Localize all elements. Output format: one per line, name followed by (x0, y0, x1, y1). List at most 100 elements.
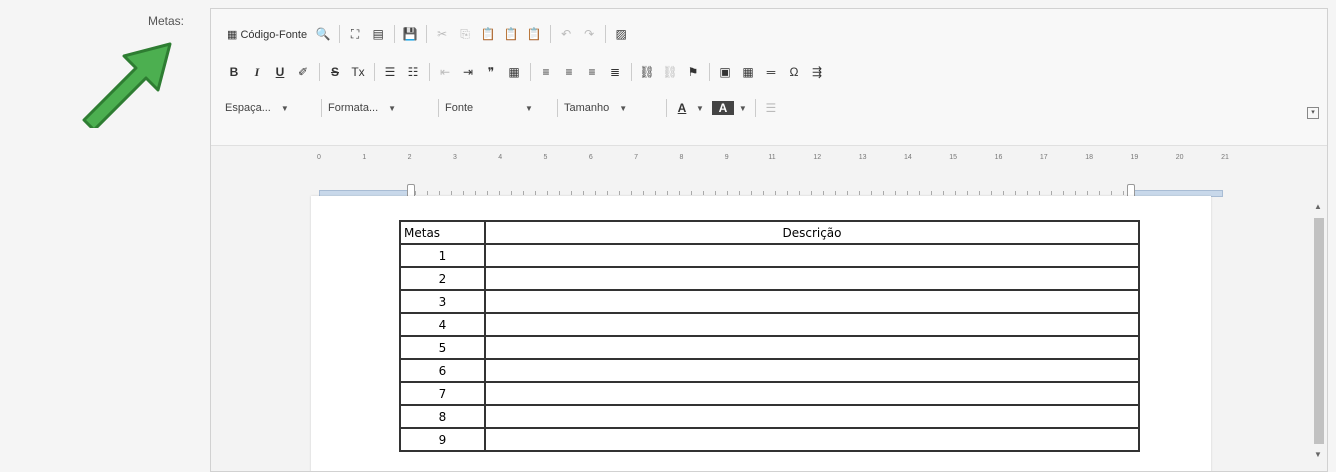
scroll-down-icon[interactable]: ▼ (1314, 450, 1322, 459)
ruler-number: 21 (1221, 154, 1229, 161)
undo-icon[interactable]: ↶ (557, 24, 575, 44)
justify-icon[interactable]: ≣ (606, 62, 624, 82)
image-icon[interactable]: ▣ (716, 62, 734, 82)
save-icon[interactable]: 💾 (401, 24, 419, 44)
goal-number-cell[interactable]: 5 (399, 335, 486, 360)
preview-icon[interactable]: 🔍 (314, 24, 332, 44)
anchor-flag-icon[interactable]: ⚑ (684, 62, 702, 82)
line-height-icon[interactable]: ☰ (762, 98, 780, 118)
table-row: 7 (399, 381, 1140, 406)
goal-description-cell[interactable] (484, 404, 1140, 429)
font-dropdown[interactable]: Fonte ▼ (445, 98, 551, 118)
rich-text-editor[interactable]: ▦ Código-Fonte 🔍 ⛶ ▤ 💾 ✂ ⎘ 📋 📋 📋 ↶ ↷ ▨ B I U ✐ S Tx ☰ ☷ ⇤ ⇥ ❞ ▦… (210, 8, 1328, 472)
special-char-icon[interactable]: Ω (785, 62, 803, 82)
table-row: 3 (399, 289, 1140, 314)
goal-number-cell[interactable]: 9 (399, 427, 486, 452)
bg-color-button[interactable]: A (711, 101, 734, 115)
table-row: 8 (399, 404, 1140, 429)
goal-number-cell[interactable]: 1 (399, 243, 486, 268)
goal-number-cell[interactable]: 7 (399, 381, 486, 406)
goal-description-cell[interactable] (484, 289, 1140, 314)
blockquote-icon[interactable]: ❞ (482, 62, 500, 82)
scroll-up-icon[interactable]: ▲ (1314, 202, 1322, 211)
goal-description-cell[interactable] (484, 358, 1140, 383)
italic-button[interactable]: I (248, 62, 266, 82)
align-left-icon[interactable]: ≡ (537, 62, 555, 82)
goal-description-cell[interactable] (484, 381, 1140, 406)
size-label: Tamanho (564, 102, 610, 114)
ruler-number: 12 (813, 154, 822, 161)
text-color-button[interactable]: A (673, 98, 691, 118)
goal-description-cell[interactable] (484, 266, 1140, 291)
underline-button[interactable]: U (271, 62, 289, 82)
strike-button[interactable]: S (326, 62, 344, 82)
goal-description-cell[interactable] (484, 427, 1140, 452)
align-center-icon[interactable]: ≡ (560, 62, 578, 82)
header-metas[interactable]: Metas (399, 220, 486, 245)
link-icon[interactable]: ⛓ (638, 62, 656, 82)
page-break-icon[interactable]: ⇶ (808, 62, 826, 82)
outdent-icon[interactable]: ⇤ (436, 62, 454, 82)
header-descricao[interactable]: Descrição (484, 220, 1140, 245)
size-dropdown[interactable]: Tamanho ▼ (564, 98, 660, 118)
table-icon[interactable]: ▦ (739, 62, 757, 82)
goals-table[interactable]: Metas Descrição 123456789 (399, 220, 1140, 452)
separator (394, 25, 396, 43)
horizontal-line-icon[interactable]: ═ (762, 62, 780, 82)
ruler-numbers: 0 1 2 3 4 5 6 7 8 9 11 12 13 14 15 16 17 18 19 20 21 (317, 154, 1229, 166)
separator (631, 63, 632, 81)
document-page[interactable]: Metas Descrição 123456789 (311, 196, 1211, 471)
unlink-icon[interactable]: ⛓ (661, 62, 679, 82)
goal-number-cell[interactable]: 6 (399, 358, 486, 383)
collapse-toolbar-button[interactable]: ▾ (1307, 107, 1319, 119)
maximize-icon[interactable]: ⛶ (346, 24, 364, 44)
redo-icon[interactable]: ↷ (580, 24, 598, 44)
indent-icon[interactable]: ⇥ (459, 62, 477, 82)
numbered-list-icon[interactable]: ☰ (381, 62, 399, 82)
source-code-button[interactable]: ▦ Código-Fonte (225, 24, 309, 44)
align-right-icon[interactable]: ≡ (583, 62, 601, 82)
separator (319, 63, 320, 81)
ruler-number: 20 (1175, 154, 1184, 161)
table-row: 9 (399, 427, 1140, 452)
table-header-row: Metas Descrição (399, 220, 1140, 245)
paste-icon[interactable]: 📋 (479, 24, 497, 44)
vertical-scrollbar[interactable]: ▲ ▼ (1311, 146, 1327, 471)
goal-number-cell[interactable]: 2 (399, 266, 486, 291)
bulleted-list-icon[interactable]: ☷ (404, 62, 422, 82)
table-row: 2 (399, 266, 1140, 291)
ruler-bar (319, 170, 1225, 204)
paste-text-icon[interactable]: 📋 (502, 24, 520, 44)
goal-number-cell[interactable]: 4 (399, 312, 486, 337)
div-container-icon[interactable]: ▦ (505, 62, 523, 82)
editor-content-area[interactable]: 0 1 2 3 4 5 6 7 8 9 11 12 13 14 15 16 17 18 19 20 21 Metas D… (211, 146, 1311, 471)
goal-number-cell[interactable]: 3 (399, 289, 486, 314)
format-painter-icon[interactable]: ✐ (294, 62, 312, 82)
ruler-number: 4 (498, 154, 503, 161)
separator (709, 63, 710, 81)
copy-icon[interactable]: ⎘ (456, 24, 474, 44)
remove-format-icon[interactable]: Tx (349, 62, 367, 82)
ruler-number: 17 (1039, 154, 1048, 161)
chevron-down-icon: ▼ (738, 103, 747, 113)
goal-description-cell[interactable] (484, 335, 1140, 360)
goal-description-cell[interactable] (484, 312, 1140, 337)
bold-button[interactable]: B (225, 62, 243, 82)
ruler-number: 15 (949, 154, 958, 161)
spellcheck-icon[interactable]: ▨ (612, 24, 630, 44)
table-row: 4 (399, 312, 1140, 337)
ruler-number: 6 (588, 154, 593, 161)
chevron-down-icon: ▼ (525, 103, 533, 113)
paste-word-icon[interactable]: 📋 (525, 24, 543, 44)
format-dropdown[interactable]: Formata... ▼ (328, 98, 432, 118)
show-blocks-icon[interactable]: ▤ (369, 24, 387, 44)
spacing-dropdown[interactable]: Espaça... ▼ (225, 98, 315, 118)
cut-icon[interactable]: ✂ (433, 24, 451, 44)
scroll-thumb[interactable] (1314, 218, 1324, 444)
separator (666, 99, 667, 117)
chevron-down-icon: ▼ (696, 103, 704, 113)
separator (374, 63, 375, 81)
goal-number-cell[interactable]: 8 (399, 404, 486, 429)
goal-description-cell[interactable] (484, 243, 1140, 268)
ruler-ticks (415, 191, 1127, 195)
